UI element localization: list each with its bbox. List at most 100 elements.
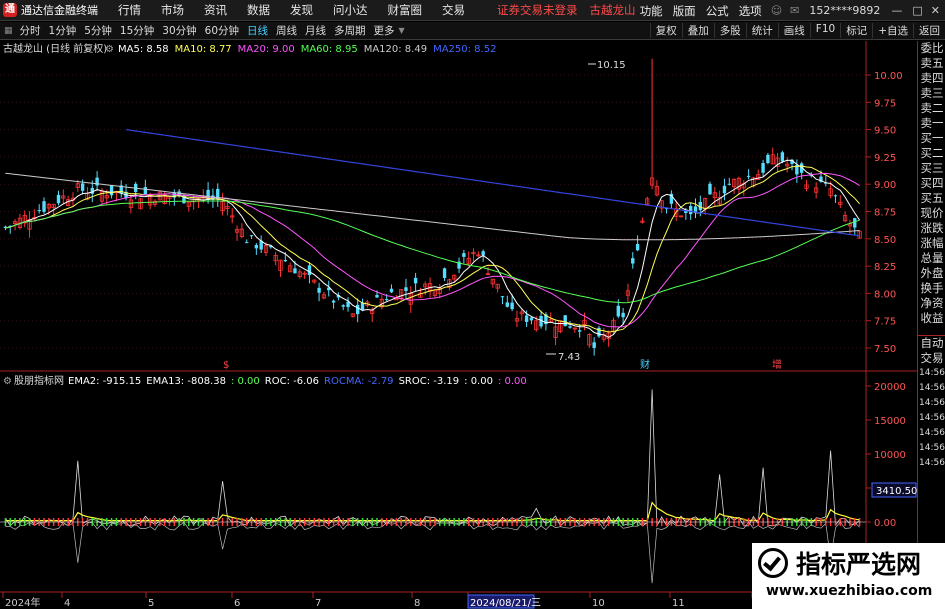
menu-item-quotes[interactable]: 行情 <box>118 2 141 18</box>
price-tick: 9.50 <box>874 126 896 137</box>
close-icon[interactable]: ✕ <box>931 4 940 17</box>
indicator-legend: EMA2: -915.15 EMA13: -808.38: 0.00 ROC: -6… <box>68 376 527 387</box>
auto-trade-label[interactable]: 交易 <box>918 351 945 366</box>
mail-icon[interactable]: ✉ <box>790 4 799 17</box>
draw-line-button[interactable]: 画线 <box>777 23 810 38</box>
menu-bar: 通 通达信金融终端 行情 市场 资讯 数据 发现 问小达 财富圈 交易 证券交易… <box>0 0 945 21</box>
date-tick: 5 <box>148 598 154 609</box>
quote-field-label: 买五 <box>920 191 944 205</box>
tab-5min[interactable]: 5分钟 <box>80 23 116 38</box>
back-button[interactable]: 返回 <box>913 23 945 38</box>
menu-item-market[interactable]: 市场 <box>161 2 184 18</box>
overlay-button[interactable]: 叠加 <box>681 23 714 38</box>
menu-item-trade[interactable]: 交易 <box>442 2 465 18</box>
menu-item-wealth[interactable]: 财富圈 <box>388 2 423 18</box>
multi-stock-button[interactable]: 多股 <box>713 23 746 38</box>
cursor-value: 3410.50 <box>876 486 917 497</box>
user-phone[interactable]: 152****9892 <box>809 4 880 17</box>
increase-marker[interactable]: 增 <box>772 358 782 371</box>
high-price-label: 10.15 <box>597 60 626 71</box>
menu-item-function[interactable]: 功能 <box>640 3 663 19</box>
minimize-icon[interactable]: — <box>891 4 902 17</box>
watermark-title: 指标严选网 <box>796 550 922 579</box>
ma-label: MA20: 9.00 <box>238 44 295 55</box>
date-tick: 11 <box>672 598 685 609</box>
fuquan-button[interactable]: 复权 <box>649 23 682 38</box>
login-status[interactable]: 证券交易未登录 <box>497 2 578 18</box>
ma-label: MA5: 8.58 <box>118 44 169 55</box>
dividend-marker[interactable]: $ <box>223 360 229 371</box>
date-tick: 6 <box>234 598 240 609</box>
quote-field-label: 卖二 <box>920 101 944 115</box>
ma-label: MA120: 8.49 <box>364 44 427 55</box>
stock-name: 古越龙山 <box>589 3 636 17</box>
tick-time: 14:56 <box>919 428 945 438</box>
user-icon[interactable]: ☺ <box>771 4 782 17</box>
date-tick: 2024/08/21/三 <box>470 598 541 609</box>
indicator-label: : 0.00 <box>231 376 260 387</box>
indicator-label: : 0.00 <box>498 376 527 387</box>
tick-time: 14:56 <box>919 383 945 393</box>
indicator-label: SROC: -3.19 <box>399 376 460 387</box>
indicator-label: ROC: -6.06 <box>265 376 319 387</box>
date-tick: 4 <box>64 598 70 609</box>
user-area: 功能 版面 公式 选项 ☺ ✉ 152****9892 — □ ✕ <box>635 0 945 21</box>
indicator-tick: 0.00 <box>874 518 896 529</box>
app-logo-icon: 通 <box>3 3 17 17</box>
tick-time: 14:56 <box>919 458 945 468</box>
date-tick: 2024年 <box>5 596 40 609</box>
price-tick: 9.00 <box>874 180 896 191</box>
menu-item-ask[interactable]: 问小达 <box>333 2 368 18</box>
finance-marker[interactable]: 财 <box>640 358 650 371</box>
period-toolbar: ▦ 分时 1分钟 5分钟 15分钟 30分钟 60分钟 日线 周线 月线 多周期… <box>0 22 945 40</box>
ma-label: MA10: 8.77 <box>175 44 232 55</box>
price-tick: 8.00 <box>874 289 896 300</box>
menu-item-data[interactable]: 数据 <box>247 2 270 18</box>
tab-monthly[interactable]: 月线 <box>301 23 330 38</box>
f10-button[interactable]: F10 <box>809 23 840 38</box>
price-tick: 9.25 <box>874 153 896 164</box>
quote-field-label: 涨跌 <box>920 221 944 235</box>
tab-30min[interactable]: 30分钟 <box>158 23 200 38</box>
tab-weekly[interactable]: 周线 <box>272 23 301 38</box>
menu-item-layout[interactable]: 版面 <box>673 3 696 19</box>
app-title: 通达信金融终端 <box>21 4 98 17</box>
tab-15min[interactable]: 15分钟 <box>116 23 158 38</box>
grid-icon[interactable]: ▦ <box>4 26 13 36</box>
menu-item-discover[interactable]: 发现 <box>290 2 313 18</box>
menu-item-options[interactable]: 选项 <box>739 3 762 19</box>
tab-60min[interactable]: 60分钟 <box>201 23 243 38</box>
date-tick: 10 <box>592 598 605 609</box>
maximize-icon[interactable]: □ <box>912 4 922 17</box>
indicator-name: 股朋指标网 <box>14 374 64 387</box>
stats-button[interactable]: 统计 <box>745 23 778 38</box>
watermark: 指标严选网 www.xuezhibiao.com <box>752 543 945 609</box>
chevron-down-icon[interactable]: ▼ <box>399 26 405 35</box>
tab-more[interactable]: 更多 <box>370 23 399 38</box>
stock-label: 古越龙山 (日线 前复权) <box>3 42 107 55</box>
auto-trade-label[interactable]: 自动 <box>918 336 945 351</box>
tab-1min[interactable]: 1分钟 <box>45 23 81 38</box>
tab-fenshi[interactable]: 分时 <box>16 23 45 38</box>
quote-field-label: 总量 <box>920 251 944 265</box>
quote-field-label: 现价 <box>920 206 944 220</box>
quote-field-label: 买一 <box>920 131 944 145</box>
add-watchlist-button[interactable]: +自选 <box>872 23 913 38</box>
settings-icon: ⚙ <box>105 44 114 55</box>
mark-button[interactable]: 标记 <box>840 23 872 38</box>
menu-item-formula[interactable]: 公式 <box>706 3 729 19</box>
quote-field-label: 涨幅 <box>920 236 944 250</box>
date-axis: 2024年456782024/08/21/三101112 <box>2 592 767 609</box>
tab-multi-period[interactable]: 多周期 <box>330 23 370 38</box>
tick-time: 14:56 <box>919 413 945 423</box>
tick-time: 14:56 <box>919 443 945 453</box>
kline-chart[interactable]: 古越龙山 (日线 前复权) ⚙ MA5: 8.58 MA10: 8.77 MA20:… <box>0 41 917 609</box>
tick-time: 14:56 <box>919 368 945 378</box>
quote-field-label: 卖一 <box>920 116 944 130</box>
tick-time: 14:56 <box>919 398 945 408</box>
indicator-tick: 15000 <box>874 416 906 427</box>
menu-item-news[interactable]: 资讯 <box>204 2 227 18</box>
tab-daily[interactable]: 日线 <box>243 23 272 38</box>
quote-field-label: 卖四 <box>920 71 944 85</box>
price-axis: 10.00 9.75 9.50 9.25 9.00 8.75 8.50 8.25 8.00 7.7… <box>866 71 903 355</box>
